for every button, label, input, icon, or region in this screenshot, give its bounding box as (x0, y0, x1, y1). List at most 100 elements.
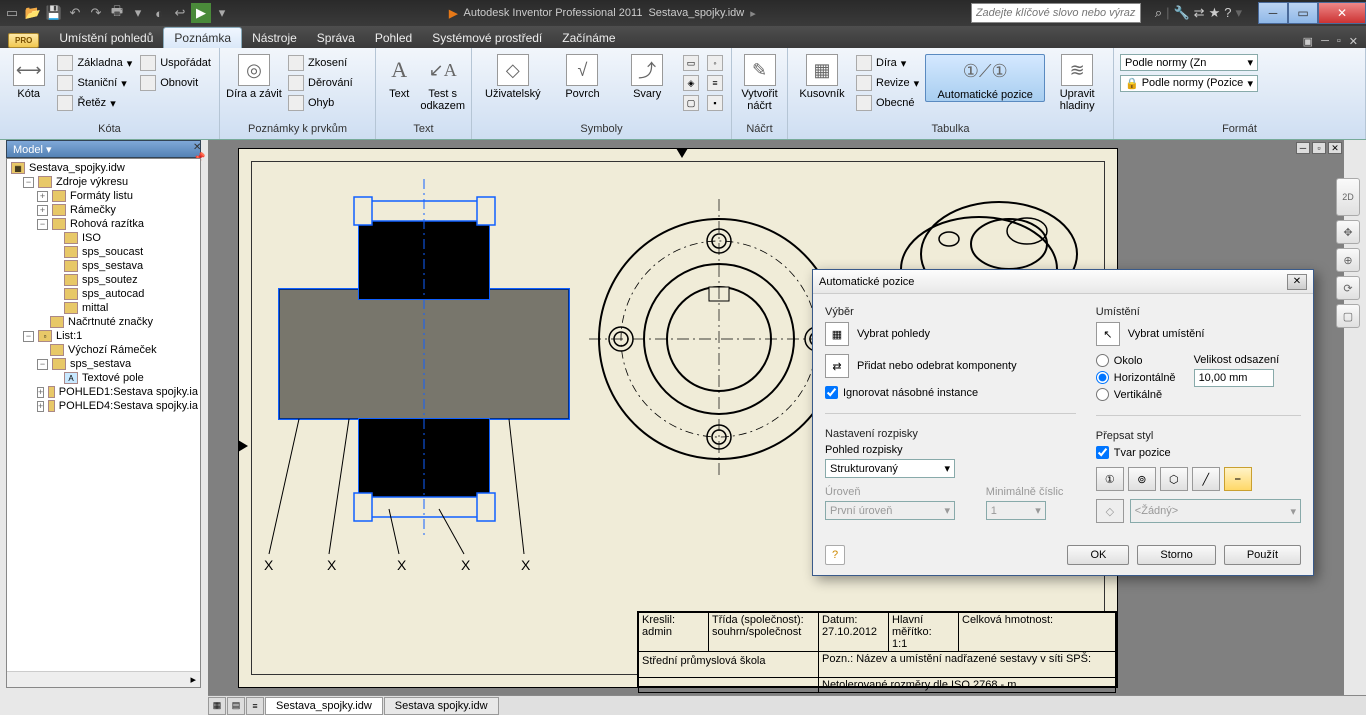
flange-view[interactable] (589, 159, 849, 519)
radio-horiz[interactable]: Horizontálně (1096, 371, 1176, 384)
tree-root[interactable]: ▦Sestava_spojky.idw (9, 161, 198, 175)
view-max-icon[interactable]: ▫ (1312, 142, 1326, 154)
stanicni-button[interactable]: Staniční ▾ (55, 74, 134, 92)
select-views-button[interactable]: ▦ (825, 322, 849, 346)
redo-icon[interactable]: ↷ (86, 3, 106, 23)
tree-item[interactable]: ISO (9, 231, 198, 245)
doc-max-icon[interactable]: ▫ (1337, 35, 1341, 48)
shape-underline[interactable]: ⎯ (1224, 467, 1252, 491)
maximize-button[interactable]: ▭ (1288, 2, 1318, 24)
ribbon-collapse-icon[interactable]: ▣ (1303, 35, 1313, 48)
doc-min-icon[interactable]: ─ (1321, 35, 1329, 48)
dialog-titlebar[interactable]: Automatické pozice ✕ (813, 270, 1313, 294)
tab-tile-icon[interactable]: ▦ (208, 697, 226, 715)
expand-icon[interactable]: + (37, 191, 48, 202)
panel-close-icon[interactable]: ✕ (193, 142, 201, 153)
ok-button[interactable]: OK (1067, 545, 1129, 565)
sym-opt1[interactable]: ▭ (681, 54, 701, 72)
tab-revize-button[interactable]: Revize ▾ (854, 74, 921, 92)
material-icon[interactable]: ◐ (149, 3, 169, 23)
open-icon[interactable]: 📂 (23, 3, 43, 23)
tree-item[interactable]: sps_soutez (9, 273, 198, 287)
tree-item[interactable]: −Zdroje výkresu (9, 175, 198, 189)
select-icon[interactable]: ▾ (128, 3, 148, 23)
zoom-icon[interactable]: ⊕ (1336, 248, 1360, 272)
doc-tab[interactable]: Sestava spojky.idw (384, 697, 499, 715)
tab-pohled[interactable]: Pohled (365, 28, 422, 48)
key-icon[interactable]: 🔧 (1173, 5, 1189, 21)
scroll-right-icon[interactable]: ▸ (186, 673, 200, 686)
automaticke-pozice-button[interactable]: ①⟋①Automatické pozice (925, 54, 1045, 102)
collapse-icon[interactable]: − (37, 359, 48, 370)
close-button[interactable]: ✕ (1318, 2, 1366, 24)
tab-systemove[interactable]: Systémové prostředí (422, 28, 552, 48)
zkoseni-button[interactable]: Zkosení (286, 54, 355, 72)
ignore-multi-checkbox[interactable]: Ignorovat násobné instance (825, 386, 1076, 399)
title-dropdown-icon[interactable]: ▸ (750, 7, 756, 20)
qat-more-icon[interactable]: ▾ (212, 3, 232, 23)
sym-opt2[interactable]: ◈ (681, 74, 701, 92)
tree-item[interactable]: +POHLED4:Sestava spojky.ia (9, 399, 198, 413)
tree-item[interactable]: sps_sestava (9, 259, 198, 273)
uzivatelsky-button[interactable]: ◇Uživatelský (478, 54, 548, 100)
orbit-icon[interactable]: ⟳ (1336, 276, 1360, 300)
view-close-icon[interactable]: ✕ (1328, 142, 1342, 154)
new-icon[interactable]: ▭ (2, 3, 22, 23)
sym-opt3[interactable]: ▢ (681, 94, 701, 112)
upravit-hladiny-button[interactable]: ≋Upravit hladiny (1049, 54, 1105, 112)
update-icon[interactable]: ▶ (191, 3, 211, 23)
return-icon[interactable]: ↩ (170, 3, 190, 23)
tab-zaciname[interactable]: Začínáme (552, 28, 625, 48)
tree-item[interactable]: −sps_sestava (9, 357, 198, 371)
model-panel-header[interactable]: Model ▾ (6, 140, 201, 158)
tree-item[interactable]: +Formáty listu (9, 189, 198, 203)
retez-button[interactable]: Řetěz ▾ (55, 94, 134, 112)
section-view[interactable] (259, 179, 599, 559)
expand-icon[interactable]: + (37, 205, 48, 216)
text-button[interactable]: AText (382, 54, 416, 100)
radio-okolo[interactable]: Okolo (1096, 354, 1176, 367)
sym-opt6[interactable]: ▪ (705, 94, 725, 112)
dialog-close-button[interactable]: ✕ (1287, 274, 1307, 290)
derovani-button[interactable]: Děrování (286, 74, 355, 92)
collapse-icon[interactable]: − (37, 219, 48, 230)
dialog-help-button[interactable]: ? (825, 545, 845, 565)
svary-button[interactable]: ⤴Svary (617, 54, 677, 100)
usporadat-button[interactable]: Uspořádat (138, 54, 213, 72)
tree-item[interactable]: ATextové pole (9, 371, 198, 385)
print-icon[interactable]: 🖶 (107, 3, 127, 23)
tab-cascade-icon[interactable]: ▤ (227, 697, 245, 715)
shape-circle-1[interactable]: ① (1096, 467, 1124, 491)
tree-item[interactable]: Výchozí Rámeček (9, 343, 198, 357)
radio-vert[interactable]: Vertikálně (1096, 388, 1176, 401)
doc-tab-active[interactable]: Sestava_spojky.idw (265, 697, 383, 715)
tree-item[interactable]: sps_soucast (9, 245, 198, 259)
help-icon[interactable]: ? (1224, 5, 1231, 21)
format-norm-select[interactable]: Podle normy (Zn▾ (1120, 54, 1258, 71)
shape-checkbox[interactable]: Tvar pozice (1096, 446, 1301, 459)
shape-circle-2[interactable]: ⊚ (1128, 467, 1156, 491)
dira-zavit-button[interactable]: ◎Díra a závit (226, 54, 282, 100)
minimize-button[interactable]: ─ (1258, 2, 1288, 24)
tree-item[interactable]: Načrtnuté značky (9, 315, 198, 329)
collapse-icon[interactable]: − (23, 177, 34, 188)
vytvorit-nacrt-button[interactable]: ✎Vytvořit náčrt (738, 54, 781, 112)
add-remove-components-button[interactable]: ⇄ (825, 354, 849, 378)
select-placement-button[interactable]: ↖ (1096, 322, 1120, 346)
kusovnik-button[interactable]: ▦Kusovník (794, 54, 850, 100)
doc-close-icon[interactable]: ✕ (1349, 35, 1358, 48)
tab-obecne-button[interactable]: Obecné (854, 94, 921, 112)
save-icon[interactable]: 💾 (44, 3, 64, 23)
expand-icon[interactable]: + (37, 387, 44, 398)
undo-icon[interactable]: ↶ (65, 3, 85, 23)
pan-icon[interactable]: ✥ (1336, 220, 1360, 244)
kota-button[interactable]: ⟷Kóta (6, 54, 51, 100)
binoculars-icon[interactable]: ⌕ (1155, 5, 1162, 21)
bom-view-select[interactable]: Strukturovaný▾ (825, 459, 955, 478)
app-menu-button[interactable]: PRO (8, 33, 39, 48)
star-icon[interactable]: ★ (1209, 5, 1221, 21)
tree-item[interactable]: +Rámečky (9, 203, 198, 217)
lookat-icon[interactable]: ▢ (1336, 304, 1360, 328)
search-input[interactable] (971, 3, 1141, 23)
sym-opt5[interactable]: ≡ (705, 74, 725, 92)
